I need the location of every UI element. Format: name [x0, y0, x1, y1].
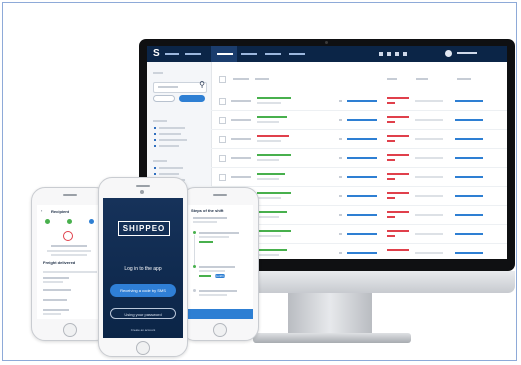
monitor-base: [253, 333, 411, 343]
phone-right: Steps of the shift Confirm: [181, 187, 259, 341]
password-button[interactable]: Using your password: [110, 308, 176, 319]
monitor-stand: [288, 293, 372, 335]
shippeo-logo: SHIPPEO: [118, 221, 170, 236]
screen-title: Recipient: [51, 209, 70, 214]
toolbar-icon[interactable]: [395, 52, 399, 56]
sidebar-item[interactable]: [159, 133, 181, 135]
nav-item[interactable]: [265, 53, 281, 55]
toolbar-icon[interactable]: [387, 52, 391, 56]
top-navigation-bar: S: [147, 46, 507, 62]
table-header: [211, 74, 507, 84]
back-icon[interactable]: ‹: [41, 208, 42, 213]
nav-item[interactable]: [165, 53, 179, 55]
sms-code-button[interactable]: Receiving a code by SMS: [110, 284, 176, 297]
sidebar-item[interactable]: [159, 167, 183, 169]
login-screen: SHIPPEO Log in to the app Receiving a co…: [103, 198, 183, 338]
nav-item[interactable]: [217, 53, 233, 55]
home-button[interactable]: [213, 323, 227, 337]
status-badge: Confirm: [215, 274, 226, 278]
signature-icon: [63, 231, 73, 241]
sidebar-item[interactable]: [159, 173, 179, 175]
sidebar-section-title: [153, 160, 167, 162]
phone-speaker: [63, 194, 77, 196]
table-row[interactable]: [211, 92, 507, 111]
select-all-checkbox[interactable]: [219, 76, 226, 83]
section-label: Freight delivered: [43, 260, 76, 265]
step-done-icon: [67, 219, 72, 224]
table-row[interactable]: [211, 168, 507, 187]
phone-center: SHIPPEO Log in to the app Receiving a co…: [98, 177, 188, 357]
table-row[interactable]: [211, 111, 507, 130]
front-camera: [140, 190, 144, 194]
home-button[interactable]: [63, 323, 77, 337]
nav-item[interactable]: [289, 53, 305, 55]
screen-title: Steps of the shift: [191, 208, 224, 213]
step-done-icon: [45, 219, 50, 224]
search-input[interactable]: ⚲: [153, 80, 207, 93]
user-menu[interactable]: [457, 52, 477, 54]
phone-speaker: [213, 194, 227, 196]
toolbar-icon[interactable]: [403, 52, 407, 56]
apply-button[interactable]: [179, 95, 205, 102]
sidebar-section-title: [153, 120, 167, 122]
table-row[interactable]: [211, 149, 507, 168]
sidebar-item[interactable]: [159, 139, 187, 141]
sidebar-item[interactable]: [159, 145, 179, 147]
step-current-icon: [89, 219, 94, 224]
bottom-action-bar[interactable]: [187, 309, 253, 319]
phone-left-screen: ‹ Recipient Freight delivered: [37, 205, 103, 319]
camera-icon: [325, 41, 328, 44]
toolbar-icon[interactable]: [379, 52, 383, 56]
home-button[interactable]: [136, 341, 150, 355]
app-logo[interactable]: S: [153, 48, 160, 60]
search-icon: ⚲: [199, 80, 205, 89]
table-row[interactable]: [211, 130, 507, 149]
phone-speaker: [136, 185, 150, 187]
reset-button[interactable]: [153, 95, 175, 102]
nav-item[interactable]: [241, 53, 257, 55]
sidebar-label: [153, 72, 163, 74]
create-account-link[interactable]: Create an account: [103, 328, 183, 332]
sidebar-item[interactable]: [159, 127, 185, 129]
avatar[interactable]: [445, 50, 452, 57]
image-frame: S ⚲ ‹ Recipient Freight delivered Steps …: [2, 2, 517, 361]
login-heading: Log in to the app: [124, 266, 162, 272]
phone-right-screen: Steps of the shift Confirm: [187, 205, 253, 319]
nav-item[interactable]: [185, 53, 201, 55]
